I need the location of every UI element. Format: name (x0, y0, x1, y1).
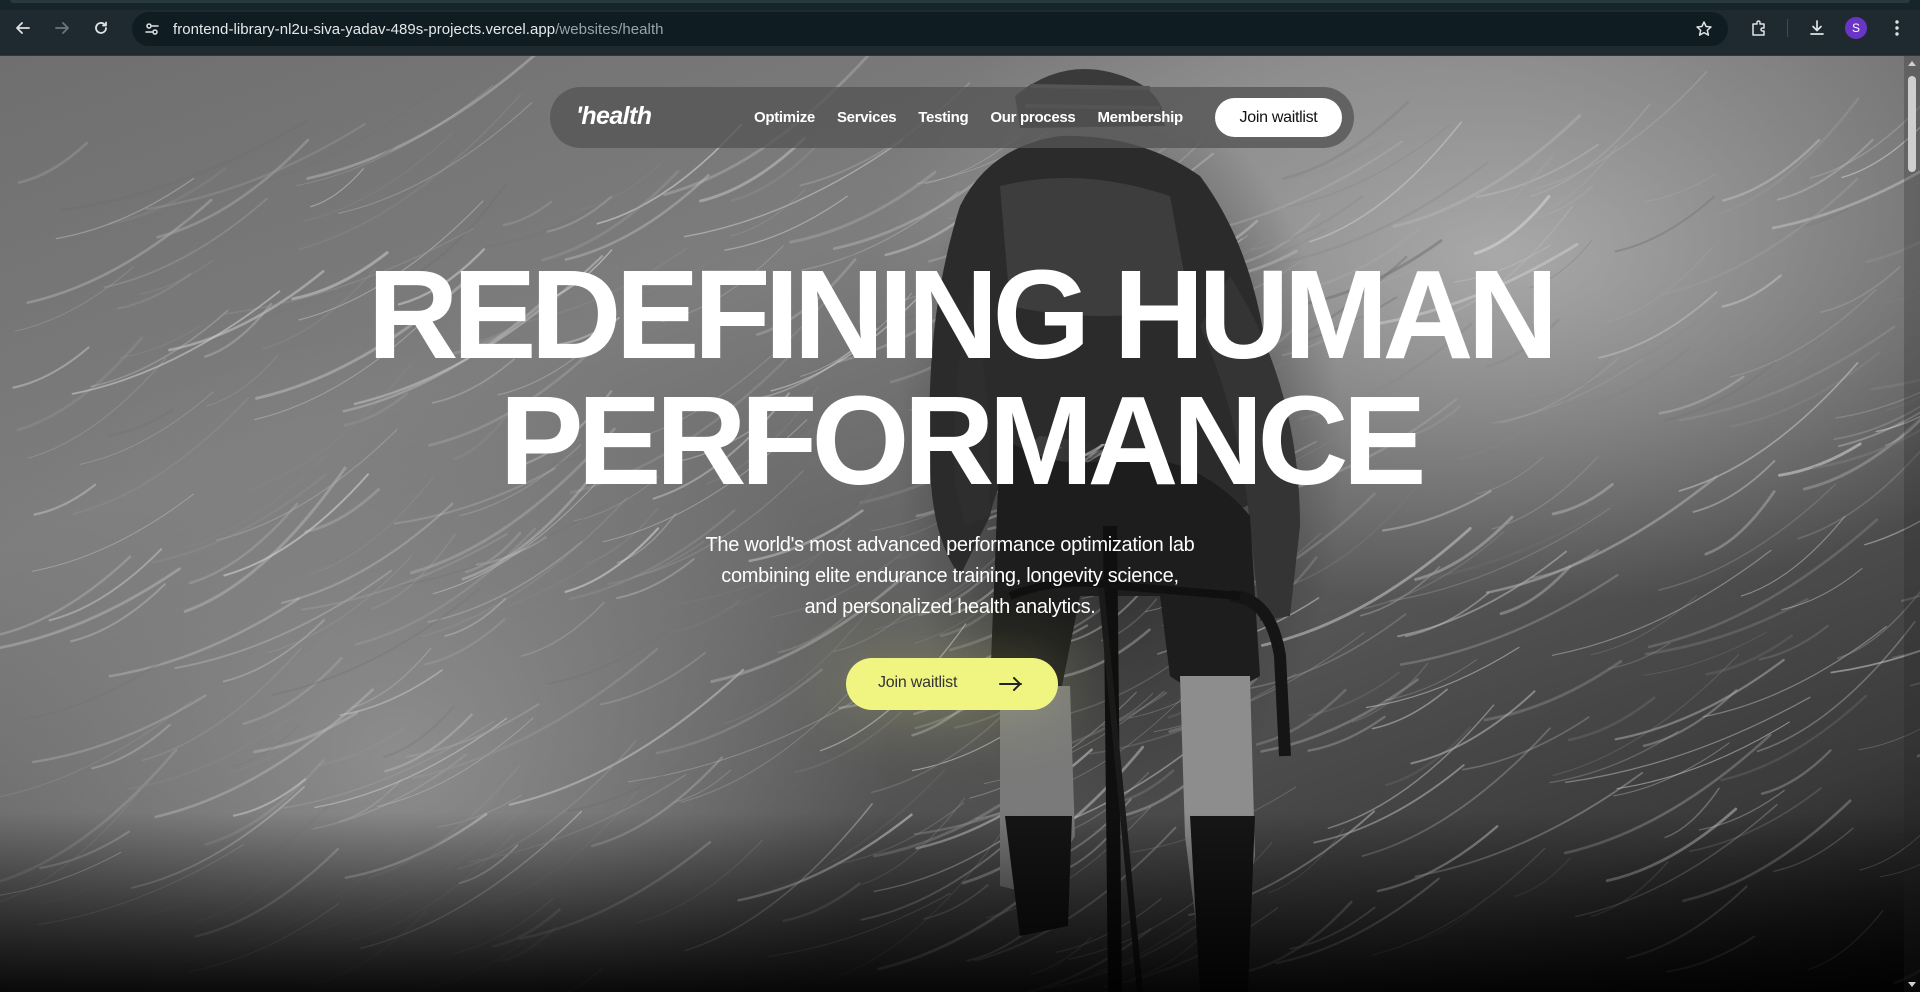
url-host: frontend-library-nl2u-siva-yadav-489s-pr… (173, 21, 556, 38)
reload-button[interactable] (88, 15, 114, 41)
profile-avatar[interactable]: S (1845, 17, 1867, 39)
tab-strip (0, 0, 1920, 10)
forward-button[interactable] (49, 15, 75, 41)
arrow-right-icon (999, 677, 1022, 691)
tab-edge-left[interactable] (10, 0, 890, 3)
header-join-waitlist-button[interactable]: Join waitlist (1215, 98, 1342, 137)
hero-subtitle-line-3: and personalized health analytics. (804, 596, 1096, 618)
back-button[interactable] (10, 15, 36, 41)
bookmark-button[interactable] (1694, 19, 1714, 39)
scrollbar-thumb[interactable] (1908, 76, 1916, 172)
hero-title: REDEFINING HUMAN PERFORMANCE (0, 252, 1920, 504)
nav-link-membership[interactable]: Membership (1097, 109, 1183, 126)
site-logo[interactable]: 'health (576, 102, 652, 131)
browser-toolbar: frontend-library-nl2u-siva-yadav-489s-pr… (0, 0, 1920, 56)
forward-arrow-icon (55, 22, 69, 34)
back-arrow-icon (16, 22, 30, 34)
hero-subtitle-line-1: The world's most advanced performance op… (705, 534, 1195, 556)
nav-link-services[interactable]: Services (837, 109, 897, 126)
kebab-menu-icon (1895, 20, 1899, 36)
hero-join-waitlist-button[interactable]: Join waitlist (846, 658, 1058, 710)
tab-edge-right[interactable] (830, 0, 1910, 3)
page-scrollbar[interactable] (1904, 56, 1920, 992)
nav-link-testing[interactable]: Testing (918, 109, 968, 126)
url-text[interactable]: frontend-library-nl2u-siva-yadav-489s-pr… (173, 21, 664, 38)
hero-subtitle-line-2: combining elite endurance training, long… (721, 565, 1179, 587)
bottom-gradient (0, 812, 1920, 992)
scroll-down-arrow-icon[interactable] (1908, 982, 1916, 987)
reload-icon (95, 21, 107, 34)
main-nav: Optimize Services Testing Our process Me… (754, 109, 1205, 126)
star-icon (1696, 21, 1712, 36)
hero-cta-label: Join waitlist (878, 674, 958, 691)
nav-link-our-process[interactable]: Our process (990, 109, 1075, 126)
hero-subtitle: The world's most advanced performance op… (660, 530, 1240, 623)
site-settings-icon[interactable] (142, 19, 162, 39)
extensions-button[interactable] (1746, 15, 1772, 41)
puzzle-icon (1752, 20, 1765, 36)
site-header: 'health Optimize Services Testing Our pr… (550, 87, 1354, 148)
url-path: /websites/health (555, 21, 664, 38)
page-viewport: 'health Optimize Services Testing Our pr… (0, 56, 1920, 992)
hero-title-line-2: PERFORMANCE (499, 370, 1426, 511)
nav-link-optimize[interactable]: Optimize (754, 109, 815, 126)
browser-menu-button[interactable] (1884, 15, 1910, 41)
toolbar-separator (1787, 19, 1788, 37)
address-bar[interactable]: frontend-library-nl2u-siva-yadav-489s-pr… (132, 12, 1728, 46)
download-icon (1810, 20, 1824, 35)
hero-title-line-1: REDEFINING HUMAN (367, 244, 1559, 385)
downloads-button[interactable] (1804, 15, 1830, 41)
scroll-up-arrow-icon[interactable] (1908, 61, 1916, 66)
